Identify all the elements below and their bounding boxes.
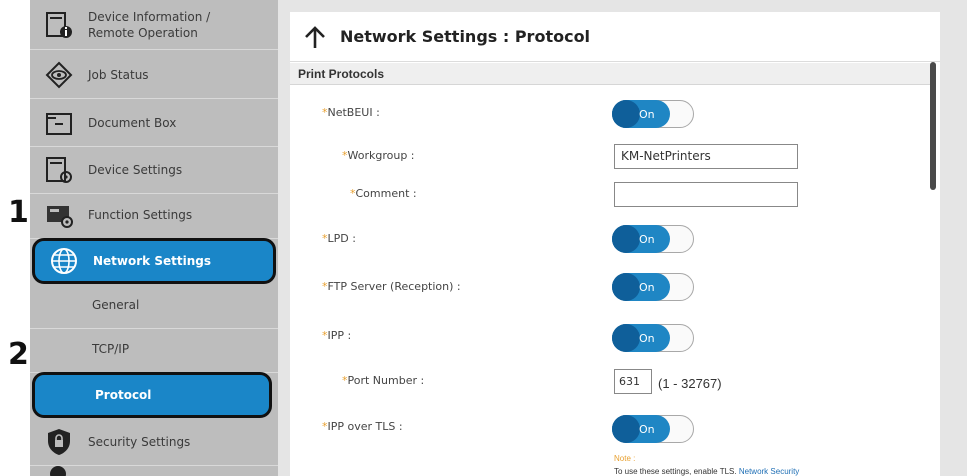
device-information-icon xyxy=(30,10,88,40)
ipp-over-tls-toggle[interactable]: On xyxy=(612,415,694,443)
sidebar-item-label: Security Settings xyxy=(88,435,191,449)
next-item-icon xyxy=(50,466,66,476)
note-text: To use these settings, enable TLS. Netwo… xyxy=(614,467,800,476)
sidebar-item-document-box[interactable]: Document Box xyxy=(30,100,278,147)
section-header: Print Protocols xyxy=(290,63,930,85)
network-security-link[interactable]: Network Security xyxy=(739,467,799,476)
settings-panel: Network Settings : Protocol Print Protoc… xyxy=(290,12,940,476)
sidebar-item-label: Network Settings xyxy=(93,254,211,268)
up-arrow-icon[interactable] xyxy=(302,24,328,50)
sidebar-item-label: Document Box xyxy=(88,116,177,130)
sidebar-item-function-settings[interactable]: Function Settings xyxy=(30,192,278,239)
sidebar-item-label: Protocol xyxy=(95,388,152,402)
sidebar: Device Information / Remote Operation Job… xyxy=(30,0,278,476)
eye-icon xyxy=(30,60,88,90)
ftp-server-label: *FTP Server (Reception) : xyxy=(322,280,461,293)
sidebar-item-label: Function Settings xyxy=(88,208,193,222)
sidebar-item-device-information[interactable]: Device Information / Remote Operation xyxy=(30,0,278,50)
folder-icon xyxy=(30,108,88,138)
comment-input[interactable] xyxy=(614,182,798,207)
page-title: Network Settings : Protocol xyxy=(340,27,591,46)
netbeui-toggle[interactable]: On xyxy=(612,100,694,128)
sidebar-item-security-settings[interactable]: Security Settings xyxy=(30,419,278,466)
workgroup-label: *Workgroup : xyxy=(342,149,415,162)
note-label: Note : xyxy=(614,454,636,463)
section-title: Print Protocols xyxy=(298,67,385,81)
comment-label: *Comment : xyxy=(350,187,417,200)
step-callout-2: 2 xyxy=(8,337,29,372)
scrollbar[interactable] xyxy=(930,62,936,190)
lpd-toggle[interactable]: On xyxy=(612,225,694,253)
sidebar-item-label: Device Information / Remote Operation xyxy=(88,9,211,40)
lpd-label: *LPD : xyxy=(322,232,356,245)
sidebar-item-network-settings[interactable]: Network Settings xyxy=(32,238,276,284)
port-range-hint: (1 - 32767) xyxy=(658,376,722,391)
sidebar-subitem-protocol[interactable]: Protocol xyxy=(32,372,272,418)
shield-lock-icon xyxy=(30,427,88,457)
netbeui-label: *NetBEUI : xyxy=(322,106,380,119)
sidebar-subitem-tcpip[interactable]: TCP/IP xyxy=(30,326,278,373)
device-settings-icon xyxy=(30,155,88,185)
sidebar-item-label: Device Settings xyxy=(88,163,183,177)
sidebar-subitem-general[interactable]: General xyxy=(30,282,278,329)
port-number-input[interactable]: 631 xyxy=(614,369,652,394)
ftp-server-toggle[interactable]: On xyxy=(612,273,694,301)
sidebar-item-device-settings[interactable]: Device Settings xyxy=(30,147,278,194)
sidebar-item-label: Job Status xyxy=(88,68,149,82)
sidebar-item-label: TCP/IP xyxy=(92,342,130,356)
function-settings-icon xyxy=(30,200,88,230)
panel-header: Network Settings : Protocol xyxy=(290,12,940,62)
ipp-toggle[interactable]: On xyxy=(612,324,694,352)
sidebar-item-job-status[interactable]: Job Status xyxy=(30,52,278,99)
ipp-label: *IPP : xyxy=(322,329,352,342)
workgroup-input[interactable]: KM-NetPrinters xyxy=(614,144,798,169)
ipp-over-tls-label: *IPP over TLS : xyxy=(322,420,403,433)
port-number-label: *Port Number : xyxy=(342,374,425,387)
sidebar-item-label: General xyxy=(92,298,140,312)
globe-icon xyxy=(35,246,93,276)
step-callout-1: 1 xyxy=(8,195,29,230)
